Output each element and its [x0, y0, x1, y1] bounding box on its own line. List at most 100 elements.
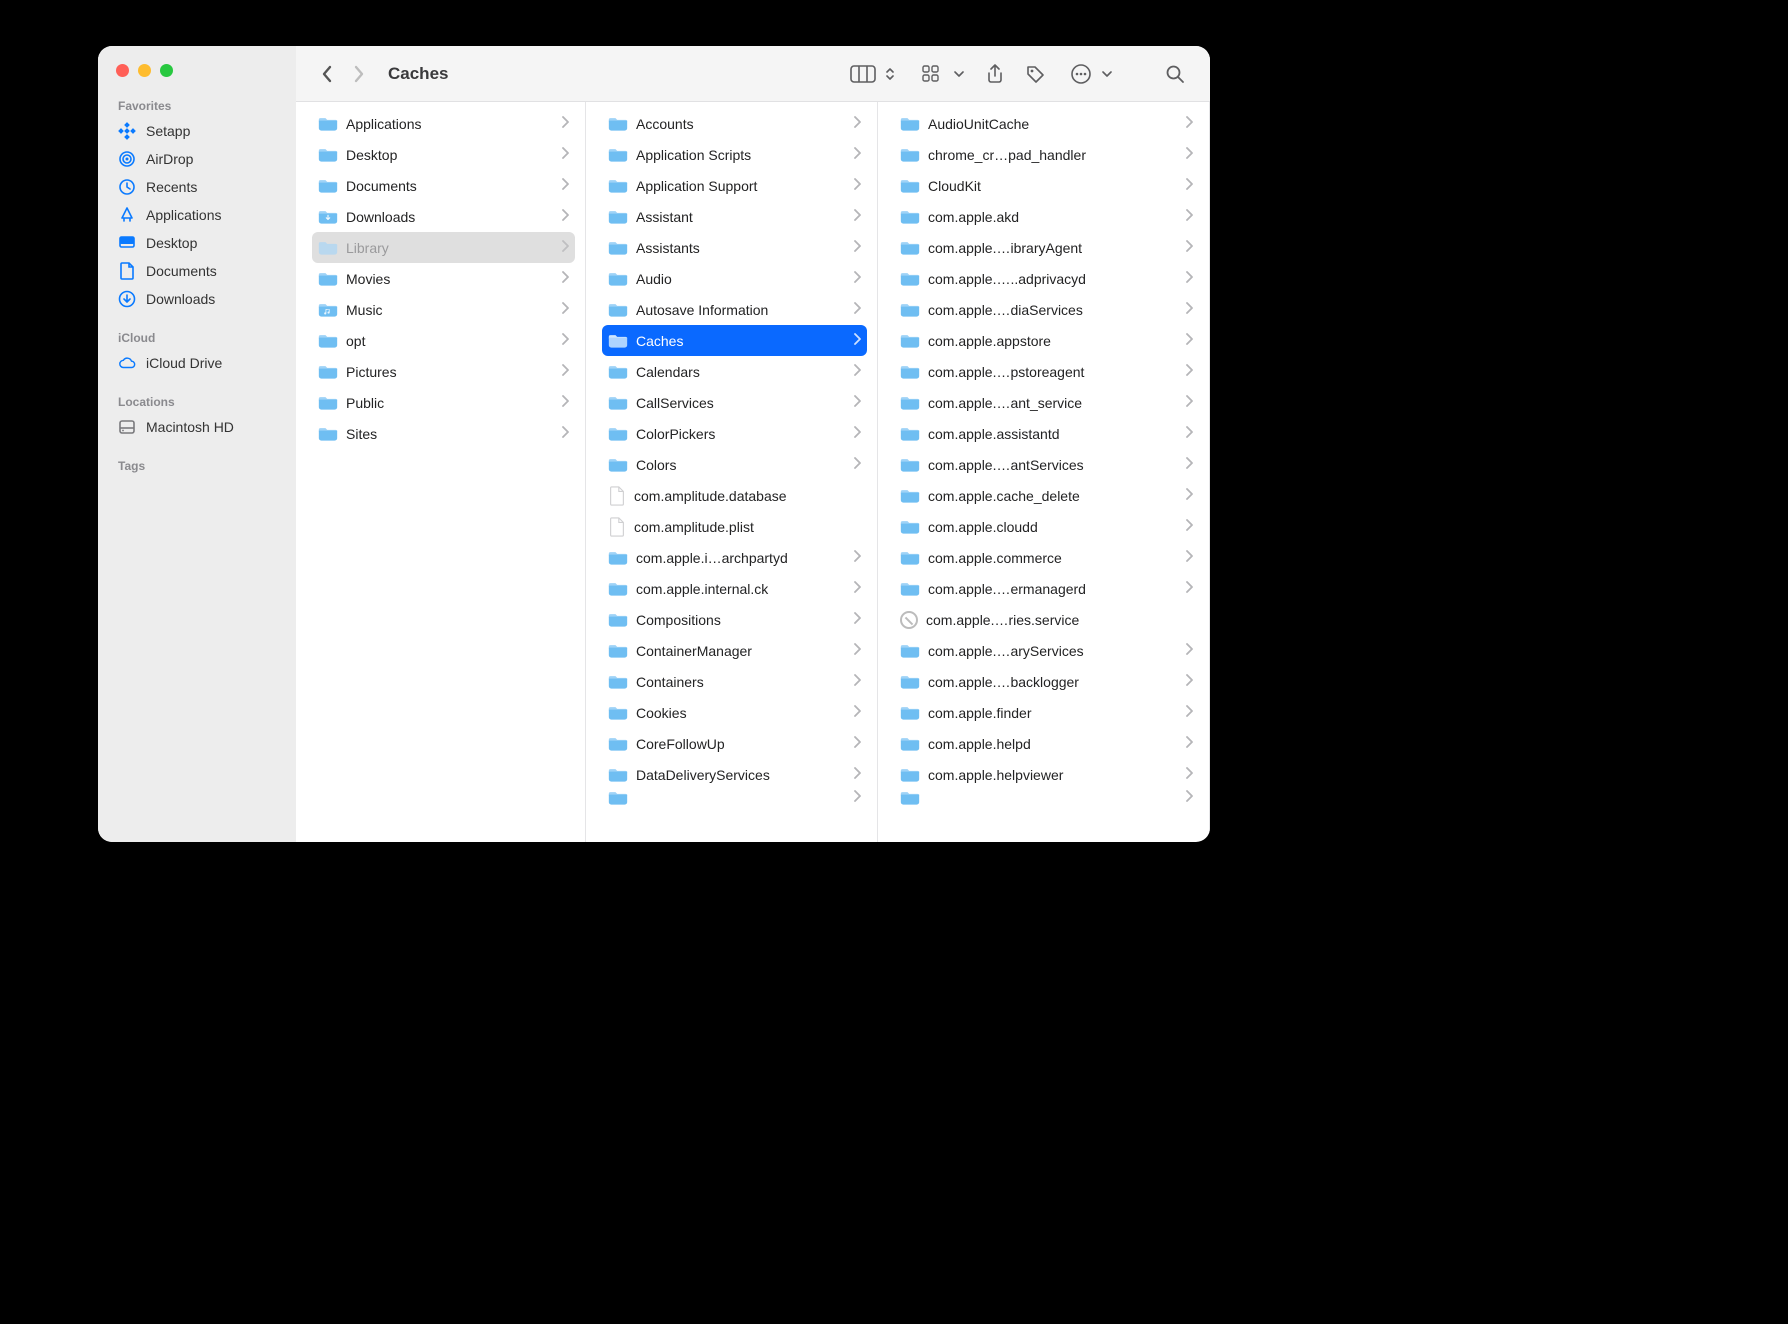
file-row[interactable]: com.apple.…ibraryAgent: [894, 232, 1199, 263]
file-row[interactable]: Caches: [602, 325, 867, 356]
share-button[interactable]: [978, 59, 1012, 89]
sidebar-item-recents[interactable]: Recents: [98, 173, 296, 201]
file-row[interactable]: com.apple.…..adprivacyd: [894, 263, 1199, 294]
file-row[interactable]: Desktop: [312, 139, 575, 170]
chevron-right-icon: [853, 394, 861, 412]
view-columns-button[interactable]: [846, 59, 880, 89]
file-name: com.apple.i…archpartyd: [636, 550, 845, 566]
file-name: Desktop: [346, 147, 553, 163]
file-row[interactable]: [894, 790, 1199, 806]
file-row[interactable]: com.amplitude.plist: [602, 511, 867, 542]
file-row[interactable]: com.apple.internal.ck: [602, 573, 867, 604]
file-row[interactable]: com.apple.helpd: [894, 728, 1199, 759]
file-row[interactable]: ColorPickers: [602, 418, 867, 449]
file-name: com.amplitude.plist: [634, 519, 861, 535]
file-row[interactable]: Containers: [602, 666, 867, 697]
file-row[interactable]: chrome_cr…pad_handler: [894, 139, 1199, 170]
close-window-button[interactable]: [116, 64, 129, 77]
sidebar-item-icloud-drive[interactable]: iCloud Drive: [98, 349, 296, 377]
file-row[interactable]: Colors: [602, 449, 867, 480]
file-row[interactable]: Assistants: [602, 232, 867, 263]
file-row[interactable]: Downloads: [312, 201, 575, 232]
view-switcher-caret-icon[interactable]: [882, 59, 898, 89]
file-row[interactable]: com.apple.helpviewer: [894, 759, 1199, 790]
file-row[interactable]: Autosave Information: [602, 294, 867, 325]
sidebar-item-desktop[interactable]: Desktop: [98, 229, 296, 257]
tags-button[interactable]: [1018, 59, 1052, 89]
file-row[interactable]: Assistant: [602, 201, 867, 232]
file-name: com.apple.internal.ck: [636, 581, 845, 597]
group-by-button[interactable]: [916, 59, 950, 89]
file-name: com.apple.…pstoreagent: [928, 364, 1177, 380]
sidebar-item-airdrop[interactable]: AirDrop: [98, 145, 296, 173]
minimize-window-button[interactable]: [138, 64, 151, 77]
documents-icon: [118, 262, 136, 280]
file-row[interactable]: ContainerManager: [602, 635, 867, 666]
sidebar-item-applications[interactable]: Applications: [98, 201, 296, 229]
file-row[interactable]: com.apple.…ant_service: [894, 387, 1199, 418]
file-row[interactable]: Applications: [312, 108, 575, 139]
file-row[interactable]: com.apple.…antServices: [894, 449, 1199, 480]
file-row[interactable]: AudioUnitCache: [894, 108, 1199, 139]
chevron-down-icon[interactable]: [952, 59, 966, 89]
file-row[interactable]: CallServices: [602, 387, 867, 418]
chevron-down-icon[interactable]: [1100, 59, 1114, 89]
chevron-right-icon: [853, 425, 861, 443]
file-name: Colors: [636, 457, 845, 473]
file-row[interactable]: com.apple.i…archpartyd: [602, 542, 867, 573]
file-row[interactable]: com.apple.appstore: [894, 325, 1199, 356]
file-row[interactable]: Calendars: [602, 356, 867, 387]
back-button[interactable]: [314, 59, 340, 89]
file-name: com.apple.cloudd: [928, 519, 1177, 535]
file-row[interactable]: com.apple.akd: [894, 201, 1199, 232]
file-name: Accounts: [636, 116, 845, 132]
file-row[interactable]: Music: [312, 294, 575, 325]
sidebar-item-label: Macintosh HD: [146, 419, 234, 435]
search-button[interactable]: [1158, 59, 1192, 89]
sidebar-item-documents[interactable]: Documents: [98, 257, 296, 285]
file-row[interactable]: com.apple.assistantd: [894, 418, 1199, 449]
file-row[interactable]: Documents: [312, 170, 575, 201]
file-row[interactable]: CloudKit: [894, 170, 1199, 201]
file-row[interactable]: Audio: [602, 263, 867, 294]
forward-button[interactable]: [346, 59, 372, 89]
file-row[interactable]: com.amplitude.database: [602, 480, 867, 511]
file-row[interactable]: opt: [312, 325, 575, 356]
file-row[interactable]: Cookies: [602, 697, 867, 728]
file-row[interactable]: com.apple.commerce: [894, 542, 1199, 573]
file-row[interactable]: com.apple.…backlogger: [894, 666, 1199, 697]
file-row[interactable]: Application Support: [602, 170, 867, 201]
file-row[interactable]: Application Scripts: [602, 139, 867, 170]
sidebar-item-label: Recents: [146, 179, 197, 195]
file-row[interactable]: [602, 790, 867, 806]
file-row[interactable]: com.apple.…ermanagerd: [894, 573, 1199, 604]
sidebar-item-setapp[interactable]: Setapp: [98, 117, 296, 145]
file-row[interactable]: com.apple.cache_delete: [894, 480, 1199, 511]
chevron-right-icon: [561, 177, 569, 195]
file-row[interactable]: Pictures: [312, 356, 575, 387]
zoom-window-button[interactable]: [160, 64, 173, 77]
file-row[interactable]: Library: [312, 232, 575, 263]
file-row[interactable]: Compositions: [602, 604, 867, 635]
sidebar-item-label: Downloads: [146, 291, 215, 307]
sidebar-item-downloads[interactable]: Downloads: [98, 285, 296, 313]
file-name: com.apple.…antServices: [928, 457, 1177, 473]
file-row[interactable]: Sites: [312, 418, 575, 449]
file-row[interactable]: com.apple.…ries.service: [894, 604, 1199, 635]
file-row[interactable]: Public: [312, 387, 575, 418]
file-row[interactable]: com.apple.…diaServices: [894, 294, 1199, 325]
file-row[interactable]: com.apple.cloudd: [894, 511, 1199, 542]
file-row[interactable]: DataDeliveryServices: [602, 759, 867, 790]
chevron-right-icon: [561, 363, 569, 381]
file-row[interactable]: Accounts: [602, 108, 867, 139]
file-row[interactable]: com.apple.finder: [894, 697, 1199, 728]
sidebar-item-macintosh-hd[interactable]: Macintosh HD: [98, 413, 296, 441]
file-row[interactable]: Movies: [312, 263, 575, 294]
file-name: Downloads: [346, 209, 553, 225]
browser-column: Accounts Application ScriptsApplication S…: [586, 102, 878, 842]
file-row[interactable]: CoreFollowUp: [602, 728, 867, 759]
action-menu-button[interactable]: [1064, 59, 1098, 89]
chevron-right-icon: [561, 301, 569, 319]
file-row[interactable]: com.apple.…aryServices: [894, 635, 1199, 666]
file-row[interactable]: com.apple.…pstoreagent: [894, 356, 1199, 387]
